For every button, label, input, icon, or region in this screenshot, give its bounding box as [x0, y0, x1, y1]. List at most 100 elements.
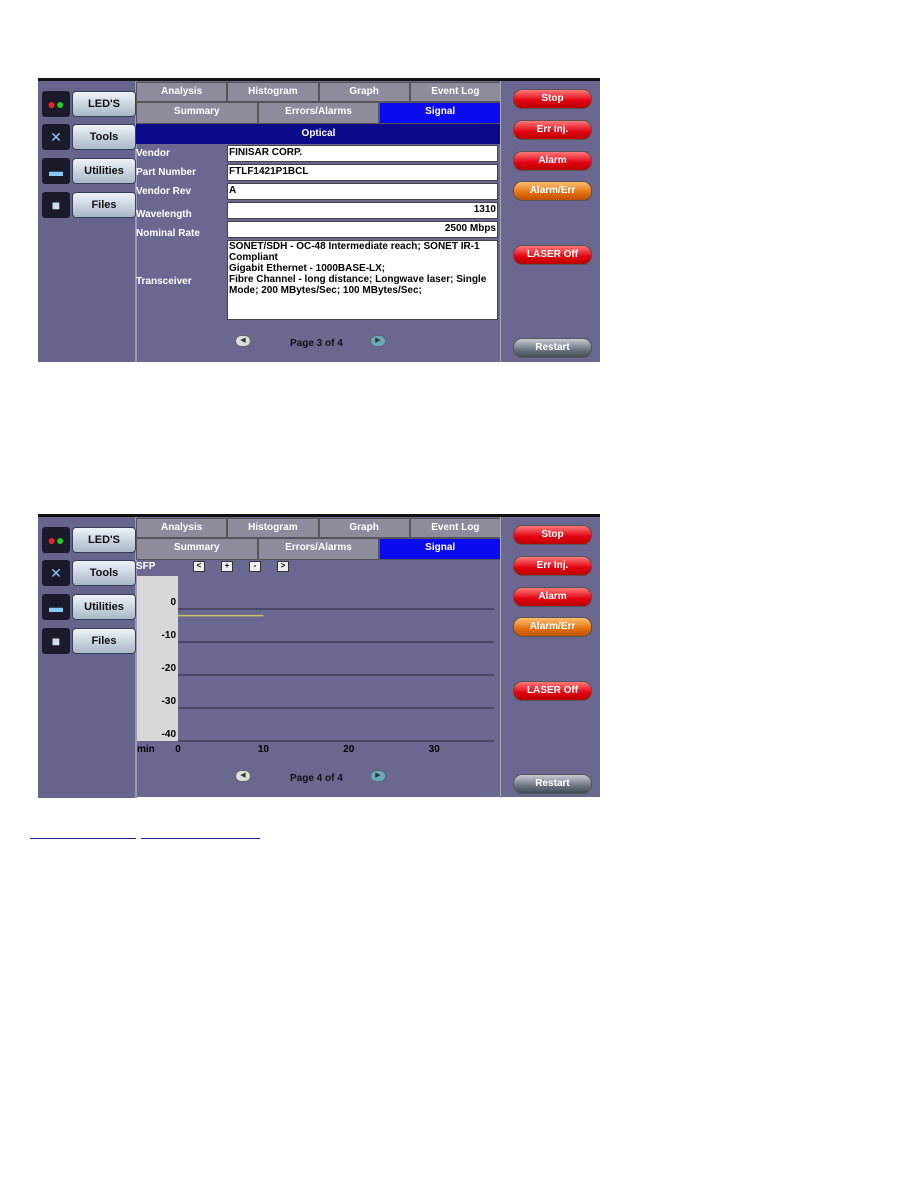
stop-button[interactable]: Stop [513, 525, 592, 545]
utilities-icon: ▬ [42, 594, 70, 620]
tab-row-2: Summary Errors/Alarms Signal [136, 538, 502, 560]
led-icon: ● ● [42, 91, 70, 117]
sidebar: ● ● LED'S ✕ Tools ▬ Utilities ■ Files [38, 517, 137, 798]
tab-row-1: Analysis Histogram Graph Event Log [136, 518, 501, 538]
scroll-left-button[interactable]: < [193, 561, 205, 572]
tab-graph[interactable]: Graph [318, 82, 410, 102]
alarm-err-button[interactable]: Alarm/Err [513, 181, 592, 201]
field-label: Vendor Rev [136, 186, 192, 197]
transceiver-line: Fibre Channel - long distance; Longwave … [229, 274, 487, 296]
tab-errors-alarms[interactable]: Errors/Alarms [257, 102, 380, 124]
err-inj-button[interactable]: Err Inj. [513, 556, 592, 576]
y-tick-label: -40 [162, 729, 177, 740]
tab-graph[interactable]: Graph [318, 518, 410, 538]
transceiver-line: Gigabit Ethernet - 1000BASE-LX; [229, 263, 386, 274]
field-wavelength: Wavelength 1310 [136, 202, 501, 220]
sidebar-item-leds[interactable]: ● ● LED'S [42, 91, 136, 117]
y-tick-label: -20 [162, 663, 177, 674]
tab-histogram[interactable]: Histogram [227, 518, 319, 538]
tools-icon: ✕ [42, 124, 70, 150]
sidebar-item-utilities[interactable]: ▬ Utilities [42, 158, 136, 184]
x-tick-label: 0 [175, 744, 181, 755]
restart-button[interactable]: Restart [513, 338, 592, 358]
sidebar-item-label: Utilities [72, 158, 136, 184]
action-panel: Stop Err Inj. Alarm Alarm/Err LASER Off … [500, 517, 601, 798]
y-tick-label: 0 [170, 597, 176, 608]
zoom-in-button[interactable]: + [221, 561, 233, 572]
prev-page-button[interactable]: ◀ [235, 335, 251, 347]
sidebar-item-label: Tools [72, 560, 136, 586]
screenshot-optical: ● ● LED'S ✕ Tools ▬ Utilities ■ Files Analysi… [38, 78, 600, 362]
page-indicator: Page 3 of 4 [290, 338, 343, 349]
sidebar-item-label: Utilities [72, 594, 136, 620]
sfp-chart: 0 -10 -20 -30 -40 0 10 20 30 min [137, 576, 494, 755]
tab-histogram[interactable]: Histogram [227, 82, 319, 102]
sidebar-item-leds[interactable]: ● ● LED'S [42, 527, 136, 553]
sidebar-item-label: Files [72, 192, 136, 218]
field-label: Part Number [136, 167, 197, 178]
tab-summary[interactable]: Summary [136, 102, 258, 124]
y-tick-label: -30 [162, 696, 177, 707]
page-indicator: Page 4 of 4 [290, 773, 343, 784]
err-inj-button[interactable]: Err Inj. [513, 120, 592, 140]
x-tick-label: 10 [258, 744, 270, 755]
field-vendor: Vendor FINISAR CORP. [136, 145, 501, 163]
sidebar-item-tools[interactable]: ✕ Tools [42, 560, 136, 586]
laser-off-button[interactable]: LASER Off [513, 681, 592, 701]
next-page-button[interactable]: ▶ [370, 770, 386, 782]
field-transceiver: Transceiver SONET/SDH - OC-48 Intermedia… [136, 240, 501, 320]
action-panel: Stop Err Inj. Alarm Alarm/Err LASER Off … [500, 81, 601, 362]
prev-page-button[interactable]: ◀ [235, 770, 251, 782]
files-icon: ■ [42, 628, 70, 654]
screenshot-sfp-graph: ● ● LED'S ✕ Tools ▬ Utilities ■ Files Analysi… [38, 514, 601, 798]
graph-title: SFP [136, 561, 156, 572]
field-label: Transceiver [136, 276, 192, 287]
led-icon: ● ● [42, 527, 70, 553]
sidebar-item-label: Files [72, 628, 136, 654]
link-underline[interactable] [141, 838, 260, 839]
utilities-icon: ▬ [42, 158, 70, 184]
field-value: SONET/SDH - OC-48 Intermediate reach; SO… [227, 240, 498, 320]
field-part-number: Part Number FTLF1421P1BCL [136, 164, 501, 182]
field-vendor-rev: Vendor Rev A [136, 183, 501, 201]
tab-analysis[interactable]: Analysis [136, 82, 228, 102]
sidebar-item-files[interactable]: ■ Files [42, 192, 136, 218]
field-value: 2500 Mbps [227, 221, 498, 238]
files-icon: ■ [42, 192, 70, 218]
alarm-button[interactable]: Alarm [513, 151, 592, 171]
section-header-optical: Optical [136, 124, 501, 144]
tab-errors-alarms[interactable]: Errors/Alarms [257, 538, 380, 560]
field-value: FINISAR CORP. [227, 145, 498, 162]
zoom-out-button[interactable]: - [249, 561, 261, 572]
laser-off-button[interactable]: LASER Off [513, 245, 592, 265]
tools-icon: ✕ [42, 560, 70, 586]
x-tick-label: 30 [429, 744, 441, 755]
field-nominal-rate: Nominal Rate 2500 Mbps [136, 221, 501, 239]
tab-summary[interactable]: Summary [136, 538, 258, 560]
alarm-button[interactable]: Alarm [513, 587, 592, 607]
stop-button[interactable]: Stop [513, 89, 592, 109]
y-tick-label: -10 [162, 630, 177, 641]
x-tick-label: 20 [343, 744, 355, 755]
sidebar-item-files[interactable]: ■ Files [42, 628, 136, 654]
tab-signal[interactable]: Signal [379, 102, 502, 124]
field-value: 1310 [227, 202, 498, 219]
tab-analysis[interactable]: Analysis [136, 518, 228, 538]
sidebar-item-utilities[interactable]: ▬ Utilities [42, 594, 136, 620]
restart-button[interactable]: Restart [513, 774, 592, 794]
field-label: Vendor [136, 148, 170, 159]
sidebar-item-label: LED'S [72, 91, 136, 117]
tab-signal[interactable]: Signal [379, 538, 502, 560]
document-page: ● ● LED'S ✕ Tools ▬ Utilities ■ Files Analysi… [0, 0, 918, 1188]
tab-event-log[interactable]: Event Log [409, 518, 501, 538]
transceiver-line: SONET/SDH - OC-48 Intermediate reach; SO… [229, 241, 480, 263]
alarm-err-button[interactable]: Alarm/Err [513, 617, 592, 637]
link-underline[interactable] [30, 838, 136, 839]
sidebar: ● ● LED'S ✕ Tools ▬ Utilities ■ Files [38, 81, 137, 362]
x-axis-label: min [137, 744, 155, 755]
scroll-right-button[interactable]: > [277, 561, 289, 572]
field-value: A [227, 183, 498, 200]
tab-event-log[interactable]: Event Log [409, 82, 501, 102]
sidebar-item-tools[interactable]: ✕ Tools [42, 124, 136, 150]
next-page-button[interactable]: ▶ [370, 335, 386, 347]
